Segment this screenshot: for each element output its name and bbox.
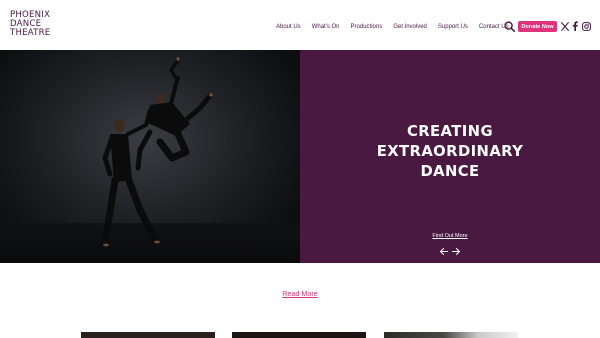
hero-title-line-2: EXTRAORDINARY — [376, 143, 524, 160]
dancers-silhouette — [101, 57, 213, 248]
arrow-right-icon[interactable] — [452, 248, 460, 255]
find-out-more-link[interactable]: Find Out More — [300, 233, 600, 239]
hero-title-line-1: CREATING — [407, 123, 493, 140]
hero-title-line-3: DANCE — [420, 163, 480, 180]
site-logo[interactable]: PHOENIX DANCE THEATRE — [10, 11, 70, 37]
read-more-link[interactable]: Read More — [0, 289, 600, 298]
donate-button[interactable]: Donate Now — [518, 21, 557, 32]
nav-item-support-us[interactable]: Support Us — [438, 24, 468, 30]
facebook-icon[interactable] — [572, 21, 578, 31]
site-header: PHOENIX DANCE THEATRE About Us What's On… — [0, 0, 600, 50]
arrow-left-icon[interactable] — [440, 248, 448, 255]
nav-item-get-involved[interactable]: Get Involved — [393, 24, 427, 30]
nav-item-whats-on[interactable]: What's On — [312, 24, 340, 30]
content-card-image[interactable] — [81, 332, 215, 338]
nav-item-productions[interactable]: Productions — [351, 24, 383, 30]
logo-line-3: THEATRE — [10, 27, 51, 38]
hero-text-panel: CREATING EXTRAORDINARY DANCE Find Out Mo… — [300, 50, 600, 263]
hero-dancers-photo — [0, 50, 300, 263]
content-card-image[interactable] — [384, 332, 518, 338]
hero-title: CREATING EXTRAORDINARY DANCE — [300, 122, 600, 182]
main-nav: About Us What's On Productions Get Invol… — [276, 21, 509, 33]
hero-carousel: CREATING EXTRAORDINARY DANCE Find Out Mo… — [0, 50, 600, 263]
content-card-image[interactable] — [232, 332, 366, 338]
instagram-icon[interactable] — [582, 22, 591, 31]
search-icon[interactable] — [504, 21, 515, 32]
x-twitter-icon[interactable] — [561, 22, 569, 31]
nav-item-about-us[interactable]: About Us — [276, 24, 301, 30]
